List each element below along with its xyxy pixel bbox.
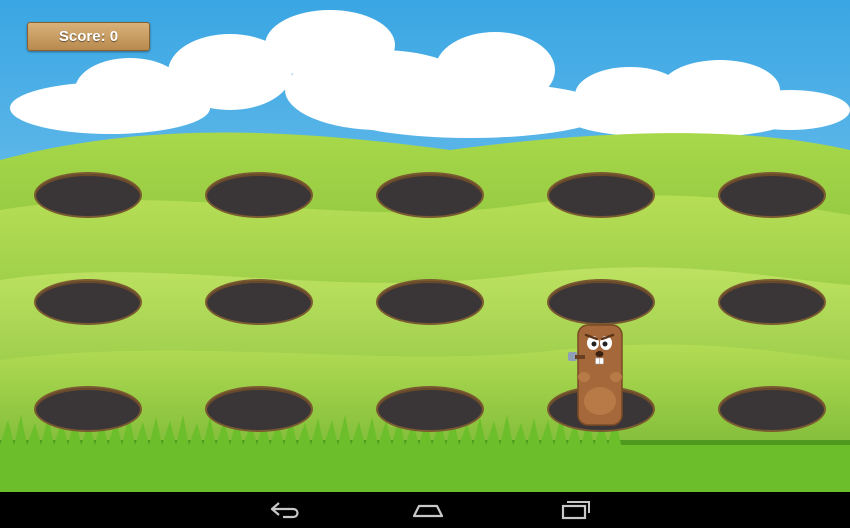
mole-hole-r3-c3[interactable] [378,388,482,430]
mole-hole-r2-c4[interactable] [549,281,653,323]
score-display: Score: 0 [27,22,150,51]
mole-hole-r1-c4[interactable] [549,174,653,216]
mole-hole-r1-c3[interactable] [378,174,482,216]
mole-hole-r3-c2[interactable] [207,388,311,430]
recent-apps-icon [561,501,590,520]
back-button[interactable] [256,492,316,528]
mole-hole-r1-c5[interactable] [720,174,824,216]
mole-hole-r1-c1[interactable] [36,174,140,216]
home-icon [412,504,444,518]
mole-hole-r2-c3[interactable] [378,281,482,323]
mole-hole-r3-c5[interactable] [720,388,824,430]
mole-hole-r2-c1[interactable] [36,281,140,323]
mole-hole-r1-c2[interactable] [207,174,311,216]
home-button[interactable] [398,492,458,528]
android-navigation-bar [0,492,850,528]
mole-hole-r3-c1[interactable] [36,388,140,430]
back-arrow-icon [270,502,299,519]
game-scene: Score: 0 [0,0,850,492]
mole-character[interactable] [566,323,628,427]
mole-hole-r2-c2[interactable] [207,281,311,323]
recent-apps-button[interactable] [545,492,605,528]
game-screen: Score: 0 [0,0,850,528]
mole-hole-r2-c5[interactable] [720,281,824,323]
